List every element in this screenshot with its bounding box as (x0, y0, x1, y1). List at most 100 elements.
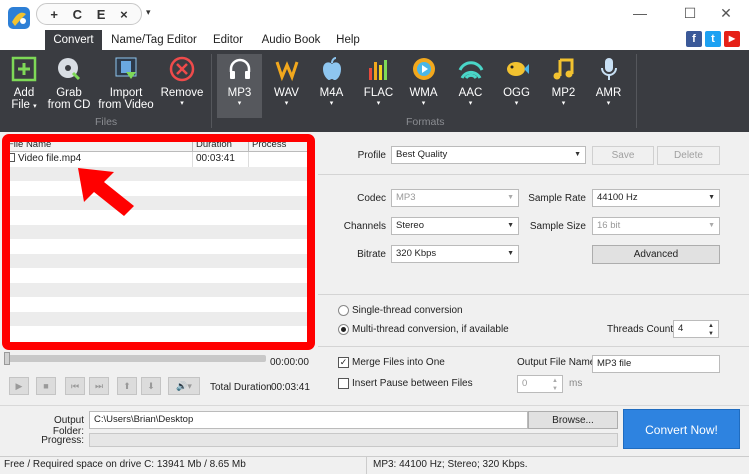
add-file-label-1: Add (13, 87, 35, 99)
stepper-arrows-icon[interactable]: ▲ ▼ (708, 322, 714, 338)
output-file-name-input[interactable]: MP3 file (592, 355, 720, 373)
threads-count-stepper[interactable]: 4 ▲ ▼ (673, 320, 719, 338)
remove-icon (169, 56, 195, 82)
new-icon[interactable]: + (50, 7, 58, 22)
sample-rate-select[interactable]: 44100 Hz ▼ (592, 189, 720, 207)
play-icon[interactable]: ▶ (9, 377, 29, 395)
format-wav-button[interactable]: WAV ▾ (264, 54, 309, 118)
chevron-down-icon: ▼ (507, 222, 514, 229)
process-cell (249, 152, 307, 167)
apple-icon (322, 57, 341, 80)
format-mp2-button[interactable]: MP2 ▾ (541, 54, 586, 118)
single-thread-label: Single-thread conversion (352, 305, 463, 316)
save-button[interactable]: Save (592, 146, 654, 165)
format-wma-button[interactable]: WMA ▾ (401, 54, 446, 118)
next-icon[interactable]: ⏭ (89, 377, 109, 395)
aac-icon (458, 61, 483, 80)
merge-files-checkbox[interactable]: ✓ (338, 357, 349, 368)
tab-convert[interactable]: Convert (45, 30, 102, 50)
format-amr-button[interactable]: AMR ▾ (586, 54, 631, 118)
empty-row (5, 253, 307, 268)
tab-name-tag-editor[interactable]: Name/Tag Editor (106, 30, 202, 50)
remove-button[interactable]: Remove ▾ (160, 54, 204, 118)
edit-icon[interactable]: E (97, 7, 106, 22)
volume-icon[interactable]: 🔊▾ (168, 377, 200, 395)
browse-button[interactable]: Browse... (528, 411, 618, 429)
format-mp3-button[interactable]: MP3 ▾ (217, 54, 262, 118)
tab-editor[interactable]: Editor (207, 30, 249, 50)
stop-icon[interactable]: ■ (36, 377, 56, 395)
convert-now-button[interactable]: Convert Now! (623, 409, 740, 449)
tab-audio-book[interactable]: Audio Book (258, 30, 324, 50)
refresh-icon[interactable]: C (73, 7, 82, 22)
twitter-icon[interactable]: t (705, 31, 721, 47)
previous-icon[interactable]: ⏮ (65, 377, 85, 395)
insert-pause-checkbox[interactable] (338, 378, 349, 389)
fish-icon (506, 62, 529, 76)
formats-group-label: Formats (406, 116, 445, 128)
column-header-process[interactable]: Process (249, 138, 307, 151)
seek-handle[interactable] (4, 352, 10, 365)
quick-access-more-icon[interactable]: ▾ (146, 7, 151, 18)
progress-label: Progress: (41, 435, 84, 446)
format-aac-button[interactable]: AAC ▾ (448, 54, 493, 118)
profile-select[interactable]: Best Quality ▼ (391, 146, 586, 164)
move-up-icon[interactable]: ⬆ (117, 377, 137, 395)
move-down-icon[interactable]: ⬇ (141, 377, 161, 395)
profile-label: Profile (357, 150, 386, 161)
divider (318, 174, 749, 175)
stepper-arrows-icon[interactable]: ▲ ▼ (552, 377, 558, 393)
column-header-file-name[interactable]: File Name (5, 138, 193, 151)
codec-select[interactable]: MP3 ▼ (391, 189, 519, 207)
bitrate-select[interactable]: 320 Kbps ▼ (391, 245, 519, 263)
seek-bar[interactable] (6, 355, 266, 362)
youtube-icon[interactable]: ▶ (724, 31, 740, 47)
channels-select[interactable]: Stereo ▼ (391, 217, 519, 235)
grab-label-2: from CD (47, 99, 91, 111)
multi-thread-radio[interactable] (338, 324, 349, 335)
codec-label: Codec (357, 193, 386, 204)
output-folder-input[interactable]: C:\Users\Brian\Desktop (89, 411, 528, 429)
wma-icon (412, 58, 435, 80)
file-list[interactable]: File Name Duration Process Video file.mp… (4, 137, 308, 346)
chevron-down-icon: ▼ (507, 194, 514, 201)
add-file-icon (11, 56, 37, 82)
format-m4a-button[interactable]: M4A ▾ (309, 54, 354, 118)
close-file-icon[interactable]: × (120, 7, 128, 22)
film-icon (115, 57, 137, 79)
dropdown-arrow-icon: ▾ (237, 100, 242, 107)
format-ogg-button[interactable]: OGG ▾ (494, 54, 539, 118)
sample-rate-label: Sample Rate (528, 193, 586, 204)
sample-size-label: Sample Size (529, 221, 586, 232)
duration-cell: 00:03:41 (193, 152, 249, 167)
minimize-button[interactable]: — (617, 2, 663, 24)
format-label: M4A (319, 87, 344, 99)
advanced-button[interactable]: Advanced (592, 245, 720, 264)
tab-help[interactable]: Help (333, 30, 363, 50)
dropdown-arrow-icon: ▾ (376, 100, 381, 107)
dropdown-arrow-icon: ▾ (329, 100, 334, 107)
bitrate-label: Bitrate (357, 249, 386, 260)
column-header-duration[interactable]: Duration (193, 138, 249, 151)
add-file-button[interactable]: Add File ▾ (6, 54, 42, 118)
format-label: MP2 (551, 87, 576, 99)
format-label: AAC (458, 87, 483, 99)
table-row[interactable]: Video file.mp4 00:03:41 (5, 152, 307, 167)
import-from-video-button[interactable]: Import from Video (97, 54, 155, 118)
grab-label-1: Grab (56, 87, 82, 99)
facebook-icon[interactable]: f (686, 31, 702, 47)
microphone-icon (600, 58, 617, 80)
grab-from-cd-button[interactable]: Grab from CD (46, 54, 92, 118)
empty-row (5, 282, 307, 297)
pause-stepper[interactable]: 0 ▲ ▼ (517, 375, 563, 393)
delete-button[interactable]: Delete (657, 146, 720, 165)
format-label: MP3 (227, 87, 252, 99)
format-flac-button[interactable]: FLAC ▾ (356, 54, 401, 118)
dropdown-arrow-icon: ▾ (180, 100, 184, 107)
files-group-label: Files (95, 116, 118, 128)
sample-size-select[interactable]: 16 bit ▼ (592, 217, 720, 235)
progress-bar (89, 433, 618, 447)
position-time: 00:00:00 (270, 357, 309, 368)
close-button[interactable]: ✕ (703, 2, 749, 24)
single-thread-radio[interactable] (338, 305, 349, 316)
